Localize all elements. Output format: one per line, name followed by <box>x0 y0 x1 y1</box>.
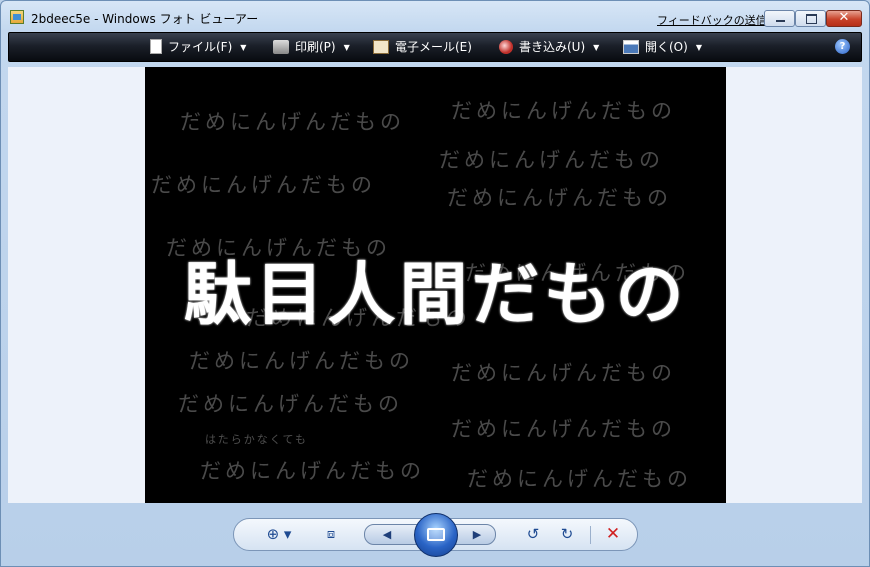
background-phrase: だめにんげんだもの <box>451 99 676 123</box>
minimize-button[interactable] <box>764 10 795 27</box>
menu-print[interactable]: 印刷(P) ▼ <box>273 33 350 61</box>
menu-email[interactable]: 電子メール(E) <box>373 33 472 61</box>
chevron-down-icon: ▼ <box>343 42 350 52</box>
help-icon[interactable]: ? <box>835 39 850 54</box>
command-bar: ファイル(F) ▼ 印刷(P) ▼ 電子メール(E) 書き込み(U) ▼ 開く(O) ▼… <box>8 32 862 62</box>
menu-open[interactable]: 開く(O) ▼ <box>623 33 702 61</box>
background-phrase: だめにんげんだもの <box>189 349 414 373</box>
displayed-photo: だめにんげんだもの だめにんげんだもの だめにんげんだもの だめにんげんだもの … <box>145 67 726 503</box>
close-button[interactable]: ✕ <box>826 10 862 27</box>
open-icon <box>623 39 639 54</box>
email-icon <box>373 39 389 54</box>
image-viewing-area: だめにんげんだもの だめにんげんだもの だめにんげんだもの だめにんげんだもの … <box>8 67 862 503</box>
rotate-clockwise-button[interactable]: ↻ <box>554 519 580 550</box>
menu-file[interactable]: ファイル(F) ▼ <box>150 33 246 61</box>
menu-email-label: 電子メール(E) <box>395 40 472 54</box>
playback-controls: ⊕ ▾ ⧈ ◀ ▶ ↺ ↻ ✕ <box>233 513 638 557</box>
menu-print-label: 印刷(P) <box>295 40 336 54</box>
separator <box>590 526 591 544</box>
burn-disc-icon <box>499 39 513 54</box>
background-phrase: だめにんげんだもの <box>447 186 672 210</box>
background-phrase: だめにんげんだもの <box>180 110 405 134</box>
menu-burn-label: 書き込み(U) <box>519 40 586 54</box>
background-phrase: だめにんげんだもの <box>451 361 676 385</box>
slideshow-icon <box>427 528 445 541</box>
background-phrase: だめにんげんだもの <box>439 148 664 172</box>
maximize-icon <box>806 14 817 24</box>
file-icon <box>150 39 162 54</box>
close-icon: ✕ <box>838 10 850 25</box>
slideshow-button[interactable] <box>414 513 458 557</box>
background-phrase: だめにんげんだもの <box>200 459 425 483</box>
photo-viewer-app-icon <box>10 10 24 24</box>
delete-button[interactable]: ✕ <box>600 519 626 550</box>
minimize-icon <box>776 20 785 22</box>
maximize-button[interactable] <box>795 10 826 27</box>
actual-size-button[interactable]: ⧈ <box>318 519 344 550</box>
window-title: 2bdeec5e - Windows フォト ビューアー <box>31 12 259 26</box>
menu-file-label: ファイル(F) <box>168 40 233 54</box>
title-bar[interactable]: 2bdeec5e - Windows フォト ビューアー フィードバックの送信 … <box>1 1 869 31</box>
zoom-button[interactable]: ⊕ ▾ <box>262 519 296 550</box>
photo-viewer-window: 2bdeec5e - Windows フォト ビューアー フィードバックの送信 … <box>0 0 870 567</box>
photo-main-text: 駄目人間だもの <box>183 255 688 335</box>
small-phrase: はたらかなくても <box>205 433 308 446</box>
previous-button[interactable]: ◀ <box>375 525 399 544</box>
printer-icon <box>273 39 289 54</box>
background-phrase: だめにんげんだもの <box>467 467 692 491</box>
background-phrase: だめにんげんだもの <box>178 392 403 416</box>
chevron-down-icon: ▼ <box>593 42 600 52</box>
rotate-counterclockwise-button[interactable]: ↺ <box>520 519 546 550</box>
menu-open-label: 開く(O) <box>645 40 688 54</box>
chevron-down-icon: ▼ <box>695 42 702 52</box>
send-feedback-link[interactable]: フィードバックの送信 <box>657 12 767 28</box>
background-phrase: だめにんげんだもの <box>451 417 676 441</box>
chevron-down-icon: ▼ <box>240 42 247 52</box>
next-button[interactable]: ▶ <box>465 525 489 544</box>
background-phrase: だめにんげんだもの <box>151 173 376 197</box>
menu-burn[interactable]: 書き込み(U) ▼ <box>499 33 599 61</box>
